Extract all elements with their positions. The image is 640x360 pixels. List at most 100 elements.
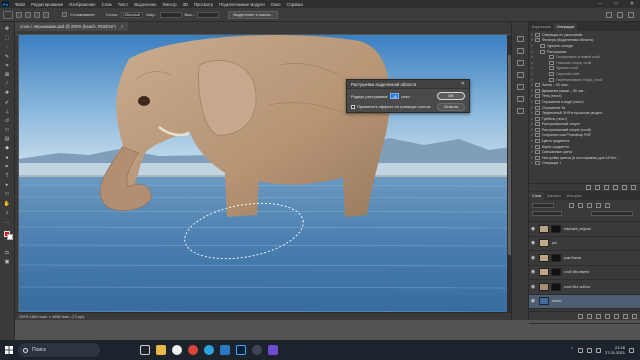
quick-select-tool-icon[interactable]: ✎	[3, 54, 11, 60]
layer-thumbnail[interactable]	[539, 282, 549, 291]
volume-icon[interactable]	[586, 347, 592, 353]
photoshop-icon[interactable]	[236, 345, 246, 355]
tab-paths[interactable]: Контуры	[564, 192, 585, 200]
apply-canvas-bounds-checkbox[interactable]	[351, 104, 355, 109]
gradient-tool-icon[interactable]: ▤	[3, 136, 11, 142]
layer-mask-thumbnail[interactable]	[551, 224, 561, 233]
check-icon[interactable]: ✓	[529, 44, 535, 48]
menu-window[interactable]: Окно	[268, 2, 284, 7]
menu-help[interactable]: Справка	[283, 2, 305, 7]
menu-layers[interactable]: Слои	[99, 2, 115, 7]
dialog-close-icon[interactable]: ✕	[461, 80, 465, 89]
share-icon[interactable]	[628, 11, 634, 18]
shape-filter-icon[interactable]	[596, 203, 601, 208]
action-item[interactable]: ✓ Операция 1	[529, 161, 640, 167]
vscode-icon[interactable]	[220, 345, 230, 355]
lasso-tool-icon[interactable]: ◌	[3, 44, 11, 50]
adjustment-layer-icon[interactable]	[605, 313, 610, 319]
path-selection-tool-icon[interactable]: ▸	[3, 182, 11, 188]
move-tool-icon[interactable]: ✥	[3, 26, 11, 32]
layer-thumbnail[interactable]	[539, 239, 549, 248]
brush-tool-icon[interactable]: ✐	[3, 100, 11, 106]
layer-name[interactable]: слой без имени	[564, 270, 589, 274]
blur-tool-icon[interactable]: ◆	[3, 145, 11, 151]
layer-row[interactable]: ◉ ухо	[529, 237, 640, 251]
network-icon[interactable]	[577, 347, 583, 353]
eye-icon[interactable]: ◉	[529, 269, 537, 275]
tab-actions[interactable]: Операции	[553, 23, 578, 31]
yandex-browser-icon[interactable]	[172, 345, 182, 355]
new-action-icon[interactable]	[622, 185, 627, 190]
layer-row[interactable]: ◉ уши боком	[529, 251, 640, 266]
eye-icon[interactable]: ◉	[529, 240, 537, 246]
task-view-icon[interactable]	[140, 345, 150, 355]
character-panel-icon[interactable]	[516, 108, 524, 114]
media-player-icon[interactable]	[268, 345, 278, 355]
tray-expand-icon[interactable]: ⌃	[570, 347, 574, 353]
more-tools-icon[interactable]: …	[3, 219, 11, 225]
screen-mode-icon[interactable]: ▣	[3, 259, 11, 265]
menu-view[interactable]: Просмотр	[191, 2, 216, 7]
fx-icon[interactable]	[587, 313, 592, 319]
layer-thumbnail[interactable]	[539, 224, 549, 233]
smooth-checkbox[interactable]	[62, 12, 67, 17]
menu-filter[interactable]: Фильтр	[160, 2, 180, 7]
background-color-swatch[interactable]	[7, 234, 13, 241]
stop-icon[interactable]	[586, 185, 591, 190]
swatches-panel-icon[interactable]	[516, 84, 524, 90]
eye-icon[interactable]: ◉	[529, 284, 537, 290]
hand-tool-icon[interactable]: ✋	[3, 201, 11, 207]
layer-name[interactable]: уши боком	[564, 256, 581, 260]
tab-channels[interactable]: Каналы	[544, 192, 563, 200]
steam-icon[interactable]	[252, 345, 262, 355]
layer-name[interactable]: ухо	[552, 241, 557, 245]
layer-thumbnail[interactable]	[539, 253, 549, 262]
brush-panel-icon[interactable]	[516, 96, 524, 102]
dialog-title-bar[interactable]: Растушевка выделенной области ✕	[347, 80, 469, 89]
opacity-field[interactable]	[591, 211, 633, 216]
eraser-tool-icon[interactable]: ▭	[3, 127, 11, 133]
check-icon[interactable]: ✓	[529, 61, 535, 65]
frame-tool-icon[interactable]: ⊠	[3, 72, 11, 78]
layer-name[interactable]: слон без хобота	[564, 285, 590, 289]
language-icon[interactable]	[595, 347, 601, 353]
document-tab[interactable]: слон с пёрышками.psd @ 200% (beach, RGB/…	[15, 22, 129, 31]
check-icon[interactable]: ✓	[529, 50, 535, 54]
eye-icon[interactable]: ◉	[529, 298, 537, 304]
adjustment-filter-icon[interactable]	[578, 203, 583, 208]
layer-thumbnail[interactable]	[539, 297, 549, 306]
adjustments-panel-icon[interactable]	[516, 60, 524, 66]
layer-mask-thumbnail[interactable]	[551, 253, 561, 262]
minimize-icon[interactable]: –	[592, 1, 608, 7]
clock[interactable]: 21:16 27.01.2021	[605, 345, 625, 355]
menu-image[interactable]: Изображение	[66, 2, 98, 7]
crop-tool-icon[interactable]: ⌗	[3, 63, 11, 69]
menu-type[interactable]: Текст	[115, 2, 132, 7]
explorer-icon[interactable]	[156, 345, 166, 355]
color-panel-icon[interactable]	[516, 72, 524, 78]
marquee-tool-icon[interactable]: ⬚	[3, 35, 11, 41]
check-icon[interactable]: ✓	[529, 66, 535, 70]
smart-object-filter-icon[interactable]	[605, 203, 610, 208]
lasso-tool-icon[interactable]	[3, 10, 13, 19]
link-layers-icon[interactable]	[578, 313, 583, 319]
zoom-tool-icon[interactable]: ⌕	[3, 210, 11, 216]
menu-select[interactable]: Выделение	[131, 2, 159, 7]
record-icon[interactable]	[595, 185, 600, 190]
history-brush-tool-icon[interactable]: ↺	[3, 118, 11, 124]
menu-edit[interactable]: Редактирование	[28, 2, 66, 7]
pen-tool-icon[interactable]: ✒	[3, 164, 11, 170]
check-icon[interactable]: ✓	[529, 78, 535, 82]
canvas-area[interactable]	[15, 31, 511, 312]
trash-icon[interactable]	[631, 185, 636, 190]
layer-filter-kind-select[interactable]	[532, 203, 554, 208]
new-layer-icon[interactable]	[623, 313, 628, 319]
height-field[interactable]	[197, 11, 220, 18]
cancel-button[interactable]: Отмена	[437, 103, 465, 111]
maximize-icon[interactable]: □	[608, 1, 624, 7]
layer-row[interactable]: ◉ слон без хобота	[529, 280, 640, 295]
layer-name[interactable]: beach	[552, 299, 562, 303]
feather-radius-input[interactable]: 30	[390, 93, 400, 99]
layer-row[interactable]: ◉ elephant_original	[529, 222, 640, 237]
layer-row[interactable]: ◉ beach	[529, 294, 640, 309]
